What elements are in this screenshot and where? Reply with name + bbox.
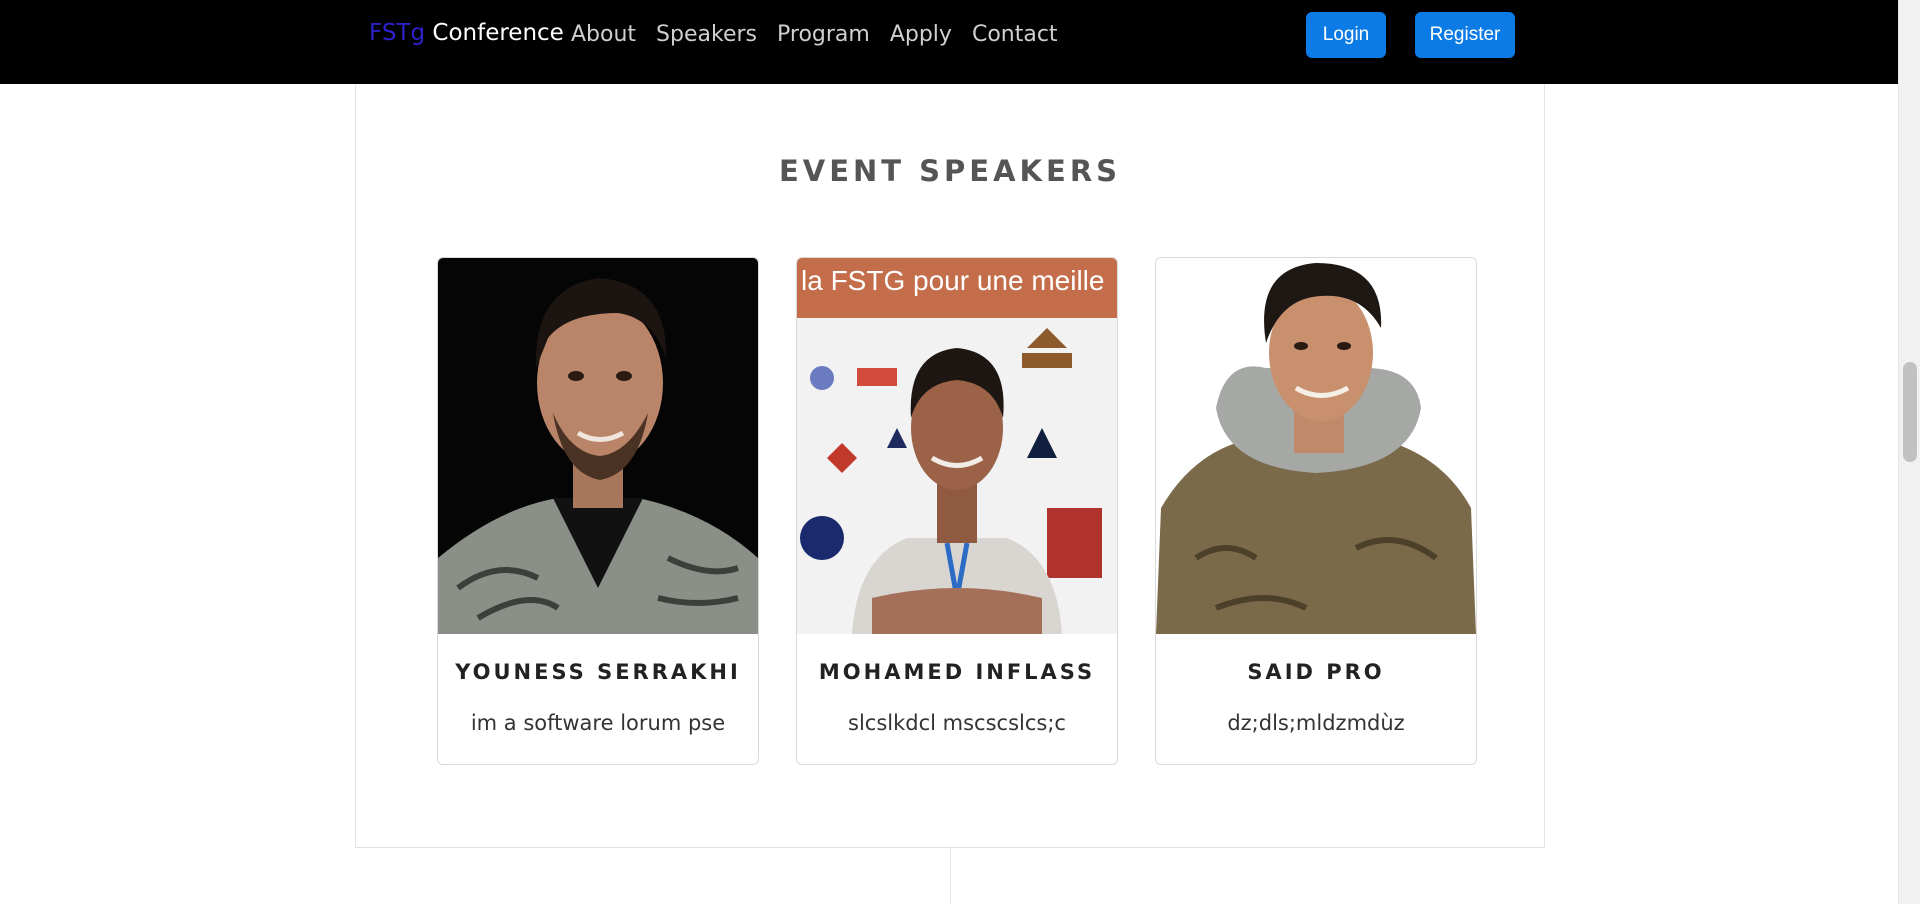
page-scrollbar[interactable] (1898, 0, 1920, 904)
nav-link-about[interactable]: About (571, 20, 636, 50)
section-title: EVENT SPEAKERS (778, 154, 1122, 188)
person-photo-icon (1156, 258, 1476, 634)
speaker-card: YOUNESS SERRAKHI im a software lorum pse (437, 257, 759, 765)
nav-link-apply[interactable]: Apply (890, 20, 952, 50)
speaker-description: slcslkdcl mscscslcs;c (848, 711, 1066, 735)
speaker-name: MOHAMED INFLASS (818, 660, 1096, 684)
login-button[interactable]: Login (1306, 12, 1386, 58)
speaker-description: dz;dls;mldzmdùz (1227, 711, 1405, 735)
speaker-card: SAID PRO dz;dls;mldzmdùz (1155, 257, 1477, 765)
nav-link-program[interactable]: Program (777, 20, 870, 50)
scrollbar-thumb[interactable] (1903, 362, 1917, 462)
speaker-photo (1156, 258, 1476, 634)
brand-rest: Conference (425, 20, 564, 46)
speaker-photo: la FSTG pour une meille (797, 258, 1117, 634)
speaker-photo (438, 258, 758, 634)
brand-accent: FSTg (369, 20, 426, 46)
person-photo-icon: la FSTG pour une meille (797, 258, 1117, 634)
banner-text: la FSTG pour une meille (801, 265, 1104, 296)
nav-links: About Speakers Program Apply Contact (571, 20, 1078, 50)
section-divider (950, 848, 951, 904)
speaker-name: SAID PRO (1247, 660, 1385, 684)
speaker-name: YOUNESS SERRAKHI (455, 660, 741, 684)
speaker-description: im a software lorum pse (470, 711, 726, 735)
speaker-card: la FSTG pour une meille MOHAMED INFLASS … (796, 257, 1118, 765)
person-photo-icon (438, 258, 758, 634)
register-button[interactable]: Register (1415, 12, 1515, 58)
top-navbar: FSTg Conference About Speakers Program A… (0, 0, 1898, 84)
nav-link-speakers[interactable]: Speakers (656, 20, 757, 50)
brand-logo[interactable]: FSTg Conference (369, 20, 564, 46)
nav-link-contact[interactable]: Contact (972, 20, 1058, 50)
